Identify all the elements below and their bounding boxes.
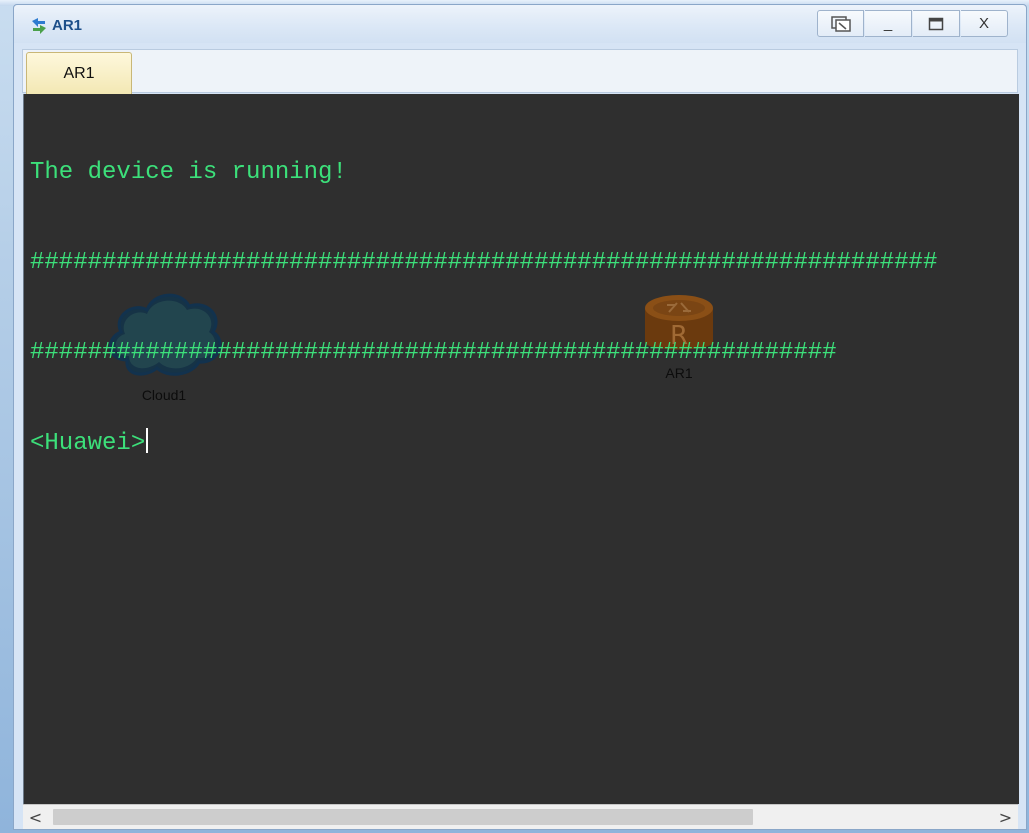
close-button[interactable]: X — [961, 10, 1008, 37]
title-bar[interactable]: AR1 _ X — [14, 5, 1026, 43]
maximize-icon — [928, 17, 944, 30]
terminal-output[interactable]: The device is running! #################… — [30, 98, 1019, 518]
restore-button[interactable] — [817, 10, 864, 37]
scroll-left-button[interactable]: < — [23, 805, 48, 829]
window-title: AR1 — [52, 17, 83, 34]
terminal-line: ########################################… — [30, 249, 938, 276]
maximize-button[interactable] — [913, 10, 960, 37]
chevron-left-icon: < — [28, 807, 43, 827]
tab-label: AR1 — [63, 64, 95, 82]
terminal-line: ########################################… — [30, 339, 837, 366]
console-window: AR1 _ X AR1 Cloud1 R AR1 The device is r… — [13, 4, 1027, 830]
minimize-icon: _ — [883, 15, 893, 32]
terminal-prompt-line: <Huawei> — [30, 428, 1019, 458]
close-icon: X — [978, 15, 989, 32]
text-cursor — [146, 428, 149, 453]
app-icon — [32, 18, 46, 34]
chevron-right-icon: > — [998, 807, 1013, 827]
terminal-line: The device is running! — [30, 159, 347, 186]
scroll-right-button[interactable]: > — [993, 805, 1018, 829]
restore-icon — [830, 15, 851, 32]
minimize-button[interactable]: _ — [865, 10, 912, 37]
scrollbar-thumb[interactable] — [53, 809, 753, 825]
tab-bar: AR1 — [22, 49, 1018, 94]
tab-ar1[interactable]: AR1 — [26, 52, 132, 94]
terminal-prompt: <Huawei> — [30, 430, 146, 457]
console-area[interactable]: Cloud1 R AR1 The device is running! ####… — [23, 94, 1019, 804]
horizontal-scrollbar[interactable]: < > — [23, 804, 1018, 829]
